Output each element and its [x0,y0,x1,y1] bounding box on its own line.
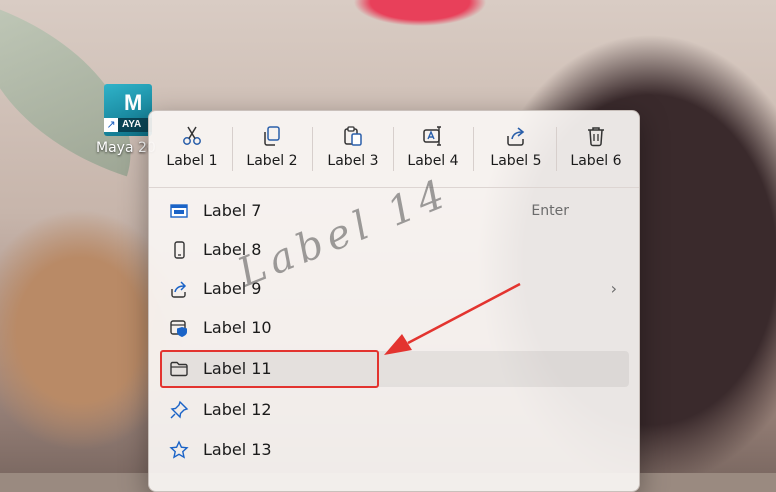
context-menu: Label 1 Label 2 Label 3 Label 4 Label 5 … [148,110,640,492]
paste-label: Label 3 [327,153,379,169]
copy-button[interactable]: Label 2 [236,117,308,181]
maya-app-icon: M AYA ↗ [104,84,152,136]
share-label: Label 5 [490,153,542,169]
menu-item-label: Label 12 [203,400,272,419]
toolbar-separator [556,127,557,171]
scissors-icon [183,126,201,145]
rename-icon [423,126,441,146]
delete-button[interactable]: Label 6 [560,117,632,181]
cut-label: Label 1 [166,153,218,169]
star-icon [169,440,189,459]
menu-divider [149,187,639,188]
maya-tile-letter: M [124,90,143,115]
cut-button[interactable]: Label 1 [156,117,228,181]
menu-item-pin-to-start[interactable]: Label 12 [161,392,629,428]
trash-icon [588,127,604,147]
toolbar-separator [393,127,394,171]
menu-item-send-to-phone[interactable]: Label 8 [161,232,629,268]
menu-item-label: Label 8 [203,240,262,259]
phone-icon [174,241,185,259]
annotation-highlight-box [160,350,379,388]
rename-button[interactable]: Label 4 [397,117,469,181]
paste-icon [344,126,362,146]
open-app-icon [170,204,188,218]
pin-icon [170,400,189,419]
menu-item-label: Label 7 [203,201,262,220]
delete-label: Label 6 [570,153,622,169]
share-icon [507,127,525,146]
admin-shield-icon [170,320,187,337]
menu-item-run-as-admin[interactable]: Label 10 [161,310,629,346]
menu-item-label: Label 10 [203,318,272,337]
chevron-right-icon: › [610,279,617,298]
menu-item-add-to-favorites[interactable]: Label 13 [161,432,629,468]
copy-label: Label 2 [246,153,298,169]
toolbar-separator [232,127,233,171]
context-menu-toolbar: Label 1 Label 2 Label 3 Label 4 Label 5 … [149,111,639,187]
toolbar-separator [312,127,313,171]
shortcut-arrow-icon: ↗ [104,118,118,132]
copy-icon [264,126,280,146]
menu-item-label: Label 9 [203,279,262,298]
share-button[interactable]: Label 5 [480,117,552,181]
menu-item-label: Label 13 [203,440,272,459]
menu-item-shortcut: Enter [531,203,569,219]
share-icon [171,281,187,298]
menu-item-share-with[interactable]: Label 9 › [161,271,629,307]
menu-item-open[interactable]: Label 7 Enter [161,193,629,229]
rename-label: Label 4 [407,153,459,169]
paste-button[interactable]: Label 3 [317,117,389,181]
toolbar-separator [473,127,474,171]
